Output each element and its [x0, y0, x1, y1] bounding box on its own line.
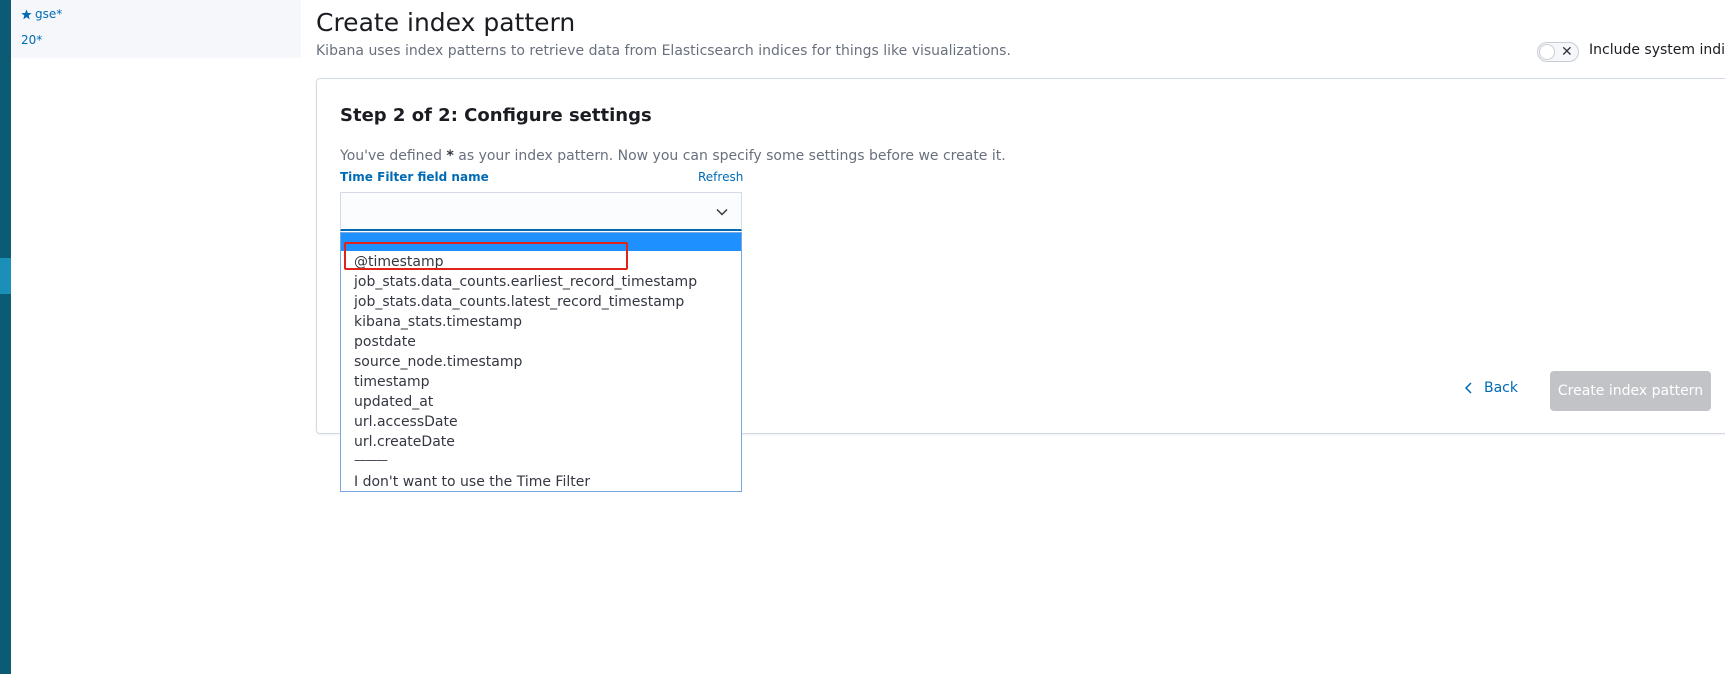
- option-source-node-timestamp[interactable]: source_node.timestamp: [341, 352, 741, 372]
- page-title: Create index pattern: [316, 8, 576, 37]
- pattern-label: 20*: [21, 33, 43, 47]
- step-title: Step 2 of 2: Configure settings: [340, 105, 652, 126]
- chevron-down-icon: [716, 208, 728, 216]
- toggle-knob: [1539, 44, 1555, 60]
- option-latest-record-timestamp[interactable]: job_stats.data_counts.latest_record_time…: [341, 292, 741, 312]
- back-button[interactable]: Back: [1464, 380, 1518, 396]
- include-system-indices-label: Include system indices: [1589, 42, 1725, 58]
- step-description: You've defined * as your index pattern. …: [340, 148, 1006, 164]
- page-subtitle: Kibana uses index patterns to retrieve d…: [316, 43, 1011, 59]
- option-timestamp[interactable]: timestamp: [341, 372, 741, 392]
- cross-icon: ✕: [1561, 44, 1573, 60]
- pattern-item-gse[interactable]: gse*: [21, 7, 62, 21]
- chevron-left-icon: [1464, 382, 1472, 394]
- create-label: Create index pattern: [1557, 383, 1704, 399]
- desc-after: as your index pattern. Now you can speci…: [453, 148, 1006, 164]
- back-label: Back: [1484, 380, 1518, 396]
- option-updated-at[interactable]: updated_at: [341, 392, 741, 412]
- option-earliest-record-timestamp[interactable]: job_stats.data_counts.earliest_record_ti…: [341, 272, 741, 292]
- option-kibana-stats-timestamp[interactable]: kibana_stats.timestamp: [341, 312, 741, 332]
- time-filter-options-list: @timestamp job_stats.data_counts.earlies…: [340, 232, 742, 492]
- option-timestamp-at[interactable]: @timestamp: [341, 252, 741, 272]
- include-system-indices-toggle[interactable]: ✕: [1537, 42, 1579, 62]
- option-url-create-date[interactable]: url.createDate: [341, 432, 741, 452]
- index-pattern-list: gse* 20*: [11, 0, 301, 58]
- option-postdate[interactable]: postdate: [341, 332, 741, 352]
- left-nav-bar: [0, 0, 11, 674]
- nav-active-indicator[interactable]: [0, 258, 11, 294]
- option-no-time-filter[interactable]: I don't want to use the Time Filter: [341, 472, 741, 492]
- create-index-pattern-button[interactable]: Create index pattern: [1550, 371, 1711, 411]
- option-separator: ———: [354, 453, 388, 467]
- pattern-label: gse*: [35, 7, 63, 21]
- refresh-link[interactable]: Refresh: [698, 170, 743, 184]
- pattern-item-20[interactable]: 20*: [21, 33, 42, 47]
- time-filter-select[interactable]: [340, 192, 742, 231]
- time-filter-label: Time Filter field name: [340, 170, 489, 184]
- star-icon: [21, 8, 32, 19]
- option-empty-highlighted[interactable]: [341, 233, 741, 251]
- index-pattern-value: *: [446, 148, 454, 164]
- option-url-access-date[interactable]: url.accessDate: [341, 412, 741, 432]
- desc-before: You've defined: [340, 148, 447, 164]
